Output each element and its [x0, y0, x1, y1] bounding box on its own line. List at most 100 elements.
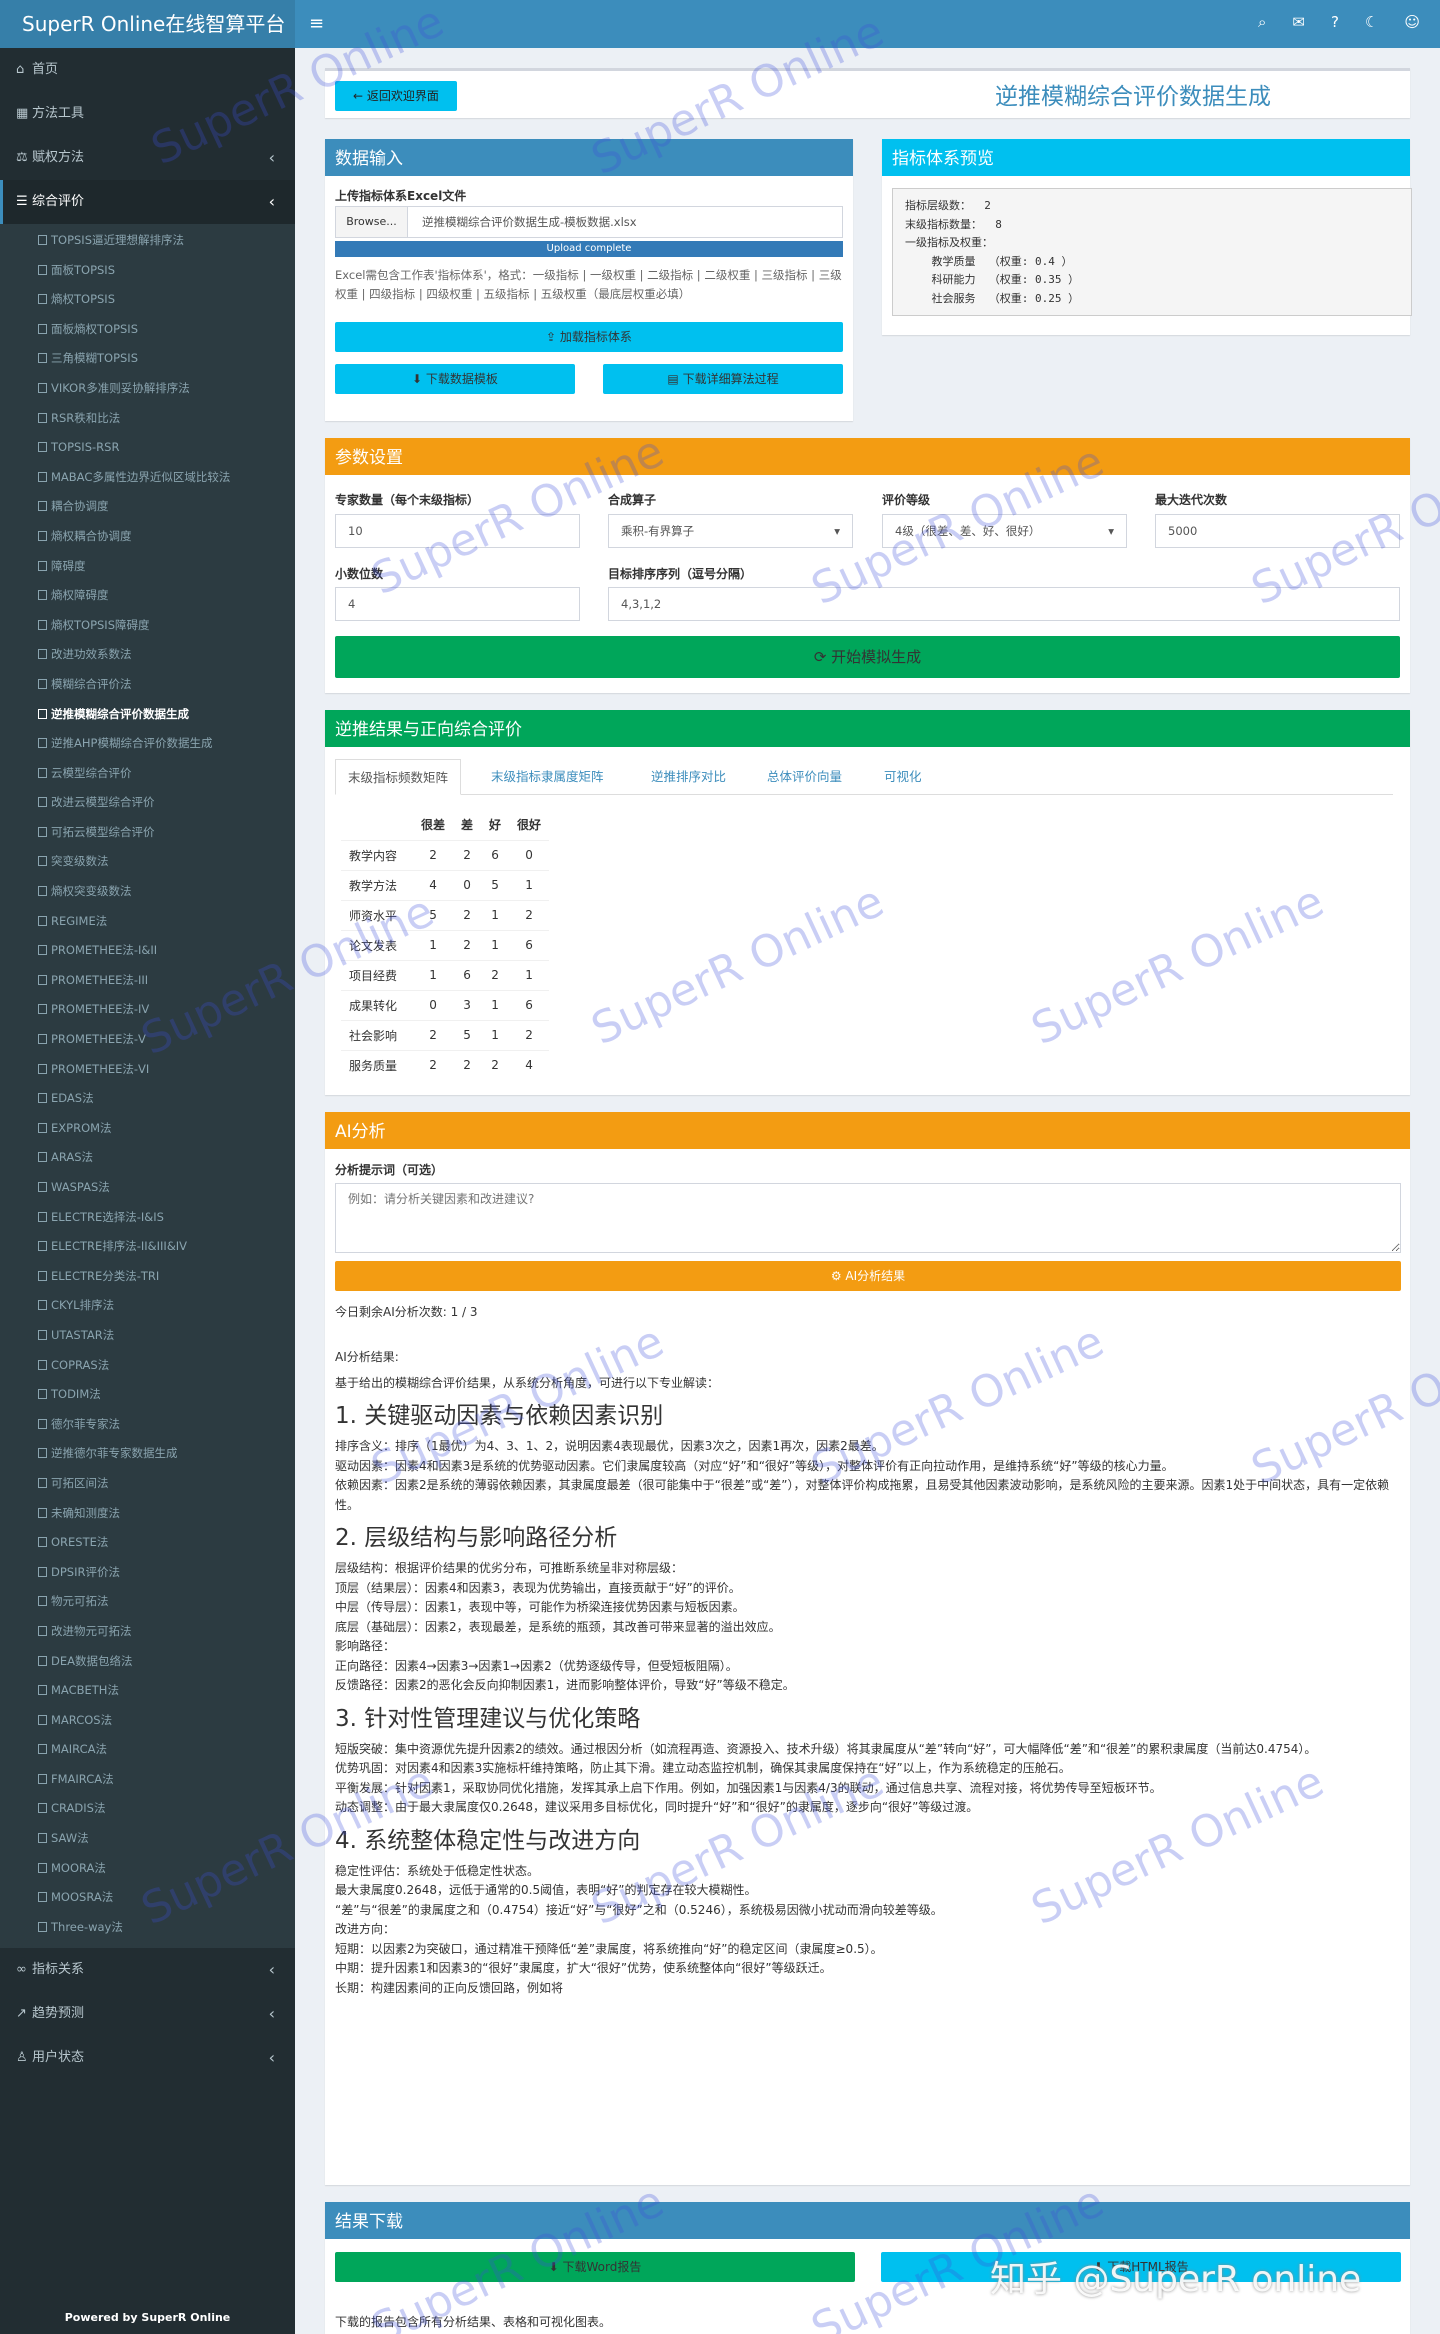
ai-panel: AI分析 分析提示词（可选） ⚙ AI分析结果 今日剩余AI分析次数: 1 / …	[325, 1112, 1410, 2185]
sidebar-subitem[interactable]: ELECTRE分类法-TRI	[0, 1262, 295, 1292]
sidebar-subitem[interactable]: PROMETHEE法-V	[0, 1025, 295, 1055]
sidebar-subitem[interactable]: TOPSIS逼近理想解排序法	[0, 226, 295, 256]
sidebar-subitem[interactable]: COPRAS法	[0, 1351, 295, 1381]
table-row: 教学内容 2 2 6 0	[341, 840, 550, 870]
sidebar-subitem[interactable]: 熵权TOPSIS	[0, 285, 295, 315]
user-comment-icon[interactable]: ☺	[1404, 13, 1420, 31]
megaphone-icon[interactable]: ✉	[1292, 13, 1305, 31]
tab-visualization[interactable]: 可视化	[872, 759, 934, 795]
grade-select[interactable]: 4级（很差、差、好、很好） ▾	[882, 514, 1127, 548]
sidebar-subitem[interactable]: PROMETHEE法-IV	[0, 995, 295, 1025]
sidebar-subitem[interactable]: VIKOR多准则妥协解排序法	[0, 374, 295, 404]
tab-frequency-matrix[interactable]: 末级指标频数矩阵	[335, 759, 462, 795]
tab-overall-vector[interactable]: 总体评价向量	[755, 759, 854, 795]
sidebar-subitem[interactable]: MACBETH法	[0, 1676, 295, 1706]
sidebar-subitem[interactable]: TODIM法	[0, 1380, 295, 1410]
sidebar-subitem[interactable]: 物元可拓法	[0, 1587, 295, 1617]
menu-toggle-icon[interactable]: ≡	[309, 13, 324, 34]
sidebar-subitem[interactable]: 改进功效系数法	[0, 640, 295, 670]
nav-relation[interactable]: ∞ 指标关系 ‹	[0, 1948, 295, 1992]
nav-comprehensive[interactable]: ☰ 综合评价 ‹	[0, 180, 295, 224]
sidebar-subitem[interactable]: 逆推AHP模糊综合评价数据生成	[0, 729, 295, 759]
brand-logo[interactable]: SuperR Online在线智算平台	[0, 0, 295, 48]
table-cell: 教学内容	[349, 848, 398, 863]
nav-trend[interactable]: ↗ 趋势预测 ‹	[0, 1992, 295, 2036]
sidebar-subitem[interactable]: EDAS法	[0, 1084, 295, 1114]
sidebar-subitem[interactable]: 面板熵权TOPSIS	[0, 315, 295, 345]
sidebar-subitem[interactable]: 可拓区间法	[0, 1469, 295, 1499]
sidebar-subitem[interactable]: 熵权TOPSIS障碍度	[0, 611, 295, 641]
table-icon	[38, 560, 47, 571]
sidebar-subitem[interactable]: 障碍度	[0, 552, 295, 582]
decimal-input[interactable]: 4	[335, 587, 580, 621]
tab-membership-matrix[interactable]: 末级指标隶属度矩阵	[479, 759, 616, 795]
moon-icon[interactable]: ☾	[1365, 13, 1378, 31]
sidebar-subitem[interactable]: 未确知测度法	[0, 1499, 295, 1529]
sidebar-subitem[interactable]: DPSIR评价法	[0, 1558, 295, 1588]
sidebar-subitem[interactable]: 改进物元可拓法	[0, 1617, 295, 1647]
sidebar-subitem[interactable]: PROMETHEE法-I&II	[0, 936, 295, 966]
file-input[interactable]: Browse... 逆推模糊综合评价数据生成-模板数据.xlsx	[335, 206, 843, 238]
sidebar-subitem[interactable]: ELECTRE排序法-II&III&IV	[0, 1232, 295, 1262]
sidebar-subitem[interactable]: MOOSRA法	[0, 1883, 295, 1913]
sidebar-subitem[interactable]: 模糊综合评价法	[0, 670, 295, 700]
sidebar-subitem[interactable]: DEA数据包络法	[0, 1647, 295, 1677]
start-simulation-button[interactable]: ⟳ 开始模拟生成	[335, 636, 1400, 678]
sidebar-subitem[interactable]: ARAS法	[0, 1143, 295, 1173]
download-word-button[interactable]: ⬇ 下载Word报告	[335, 2252, 855, 2282]
sidebar-subitem[interactable]: ORESTE法	[0, 1528, 295, 1558]
sidebar-subitem[interactable]: WASPAS法	[0, 1173, 295, 1203]
sidebar-subitem[interactable]: 耦合协调度	[0, 492, 295, 522]
download-algorithm-button[interactable]: ▤ 下载详细算法过程	[603, 364, 843, 394]
tab-rank-compare[interactable]: 逆推排序对比	[639, 759, 738, 795]
sidebar-subitem-label: MARCOS法	[51, 1712, 113, 1727]
sidebar-subitem[interactable]: CKYL排序法	[0, 1291, 295, 1321]
sidebar-subitem[interactable]: 可拓云模型综合评价	[0, 818, 295, 848]
sidebar-subitem[interactable]: MOORA法	[0, 1854, 295, 1884]
expert-input[interactable]: 10	[335, 514, 580, 548]
sidebar-subitem[interactable]: MARCOS法	[0, 1706, 295, 1736]
sidebar-subitem[interactable]: 云模型综合评价	[0, 759, 295, 789]
ai-analyze-button[interactable]: ⚙ AI分析结果	[335, 1261, 1401, 1291]
sidebar-subitem[interactable]: 改进云模型综合评价	[0, 788, 295, 818]
search-icon[interactable]: ⌕	[1258, 13, 1266, 31]
ai-section-line: 底层（基础层）：因素2，表现最差，是系统的瓶颈，其改善可带来显著的溢出效应。	[335, 1619, 781, 1634]
sidebar-subitem[interactable]: 熵权突变级数法	[0, 877, 295, 907]
sidebar-subitem[interactable]: 突变级数法	[0, 847, 295, 877]
iter-input[interactable]: 5000	[1155, 514, 1400, 548]
nav-weighting[interactable]: ⚖ 赋权方法 ‹	[0, 136, 295, 180]
help-icon[interactable]: ?	[1331, 13, 1339, 31]
load-indicators-button[interactable]: ⇪ 加载指标体系	[335, 322, 843, 352]
nav-tools[interactable]: ▦ 方法工具	[0, 92, 295, 136]
sidebar-subitem[interactable]: 三角模糊TOPSIS	[0, 344, 295, 374]
download-template-button[interactable]: ⬇ 下载数据模板	[335, 364, 575, 394]
target-input[interactable]: 4,3,1,2	[608, 587, 1400, 621]
sidebar-subitem[interactable]: EXPROM法	[0, 1114, 295, 1144]
sidebar-subitem[interactable]: Three-way法	[0, 1913, 295, 1943]
sidebar-subitem[interactable]: RSR秩和比法	[0, 404, 295, 434]
sidebar-subitem[interactable]: REGIME法	[0, 907, 295, 937]
table-header	[341, 810, 413, 840]
nav-home[interactable]: ⌂ 首页	[0, 48, 295, 92]
sidebar-subitem[interactable]: MABAC多属性边界近似区域比较法	[0, 463, 295, 493]
sidebar-subitem[interactable]: PROMETHEE法-VI	[0, 1055, 295, 1085]
sidebar-subitem[interactable]: CRADIS法	[0, 1794, 295, 1824]
prompt-textarea[interactable]	[335, 1183, 1401, 1253]
sidebar-subitem[interactable]: UTASTAR法	[0, 1321, 295, 1351]
operator-select[interactable]: 乘积-有界算子 ▾	[608, 514, 853, 548]
sidebar-subitem[interactable]: 面板TOPSIS	[0, 256, 295, 286]
sidebar-subitem[interactable]: TOPSIS-RSR	[0, 433, 295, 463]
browse-button[interactable]: Browse...	[336, 207, 408, 237]
sidebar-subitem[interactable]: 熵权障碍度	[0, 581, 295, 611]
sidebar-subitem[interactable]: FMAIRCA法	[0, 1765, 295, 1795]
nav-user[interactable]: ♙ 用户状态 ‹	[0, 2036, 295, 2080]
sidebar-subitem[interactable]: 逆推德尔菲专家数据生成	[0, 1439, 295, 1469]
sidebar-subitem[interactable]: PROMETHEE法-III	[0, 966, 295, 996]
sidebar-subitem[interactable]: ELECTRE选择法-I&IS	[0, 1203, 295, 1233]
sidebar-subitem[interactable]: 熵权耦合协调度	[0, 522, 295, 552]
back-button[interactable]: ← 返回欢迎界面	[335, 81, 457, 111]
sidebar-subitem[interactable]: 逆推模糊综合评价数据生成	[0, 700, 295, 730]
sidebar-subitem[interactable]: 德尔菲专家法	[0, 1410, 295, 1440]
sidebar-subitem[interactable]: MAIRCA法	[0, 1735, 295, 1765]
sidebar-subitem[interactable]: SAW法	[0, 1824, 295, 1854]
